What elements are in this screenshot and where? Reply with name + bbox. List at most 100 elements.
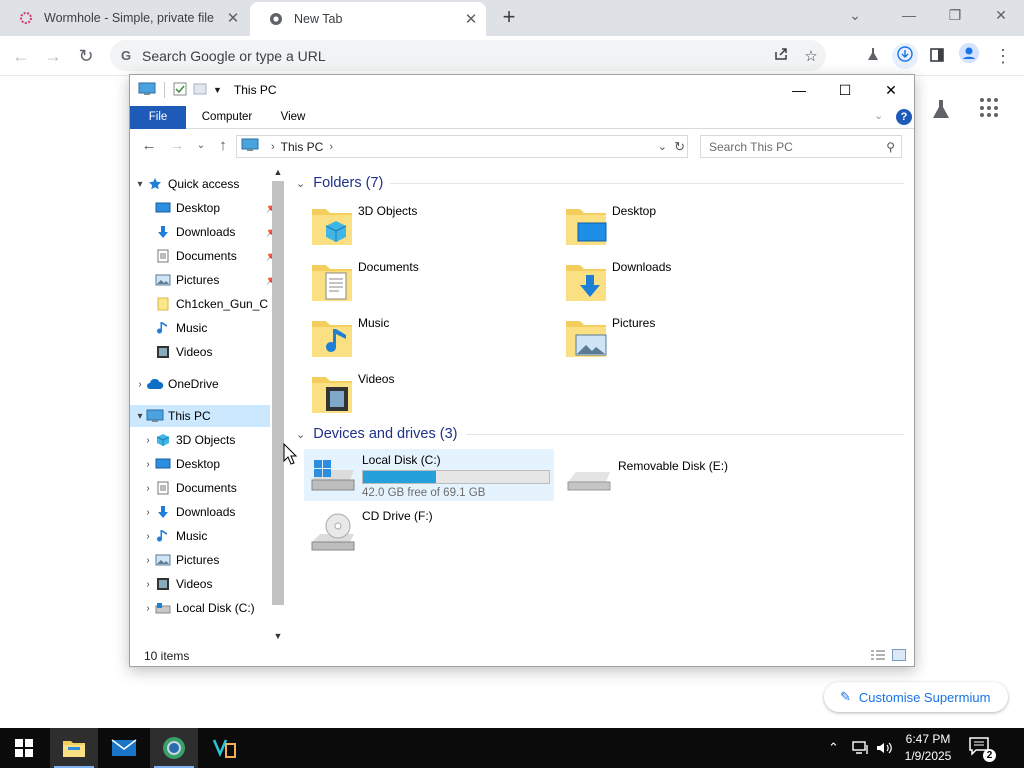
nav-quick-documents[interactable]: Documents 📌 [142,245,282,267]
profile-icon[interactable] [956,43,982,69]
tab-close-icon[interactable]: ✕ [456,10,486,28]
nav-this-pc[interactable]: ▾ This PC [130,405,270,427]
nav-pc-music[interactable]: › Music [142,525,282,547]
address-dropdown-icon[interactable]: ⌄ [658,140,667,153]
nav-quick-pictures[interactable]: Pictures 📌 [142,269,282,291]
nav-onedrive[interactable]: › OneDrive [134,373,274,395]
nav-quick-downloads[interactable]: Downloads 📌 [142,221,282,243]
share-icon[interactable] [766,46,796,65]
flask-icon[interactable] [860,43,886,69]
properties-icon[interactable] [173,82,187,99]
tab-close-icon[interactable]: ✕ [218,9,248,27]
back-icon[interactable]: ← [138,135,160,157]
nav-pc-downloads[interactable]: › Downloads [142,501,282,523]
expand-icon[interactable]: › [142,459,154,470]
customize-toolbar-icon[interactable]: ▼ [213,85,222,95]
back-icon[interactable]: ← [8,43,34,69]
nav-quick-music[interactable]: Music [142,317,282,339]
mail-icon[interactable] [100,728,148,768]
nav-pc-local-disk[interactable]: › Local Disk (C:) [142,597,282,619]
breadcrumb-this-pc[interactable]: This PC [281,140,324,154]
tab-wormhole[interactable]: Wormhole - Simple, private file ✕ [0,0,248,36]
menu-icon[interactable]: ⋮ [990,43,1016,69]
forward-icon[interactable]: → [40,43,66,69]
expand-icon[interactable]: › [142,483,154,494]
folder-videos[interactable]: Videos [302,369,552,421]
nav-quick-videos[interactable]: Videos [142,341,282,363]
expand-icon[interactable]: › [142,507,154,518]
file-explorer-icon[interactable] [50,728,98,768]
refresh-icon[interactable]: ↻ [674,139,685,155]
volume-icon[interactable] [876,728,894,768]
expand-icon[interactable]: › [142,579,154,590]
expand-icon[interactable]: › [134,379,146,390]
sidepanel-icon[interactable] [924,43,950,69]
breadcrumb-separator[interactable]: › [329,141,333,153]
collapse-icon[interactable]: ▾ [134,411,146,422]
expand-icon[interactable]: › [142,435,154,446]
show-hidden-icons[interactable]: ⌃ [828,728,839,768]
folder-3d-objects[interactable]: 3D Objects [302,201,552,253]
apps-grid-icon[interactable] [980,98,1000,118]
start-icon[interactable] [0,728,48,768]
nav-pc-desktop[interactable]: › Desktop [142,453,282,475]
drive-local-c[interactable]: Local Disk (C:) 42.0 GB free of 69.1 GB [304,449,554,501]
download-icon[interactable] [892,43,918,69]
tab-computer[interactable]: Computer [194,106,260,129]
drives-group-header[interactable]: ⌄ Devices and drives (3) [296,424,457,444]
tab-file[interactable]: File [130,106,186,129]
scroll-up-icon[interactable]: ▲ [270,167,286,181]
up-icon[interactable]: ↑ [212,135,234,157]
recent-locations-icon[interactable]: ⌄ [190,135,212,157]
large-icons-view-icon[interactable] [892,649,906,661]
star-icon[interactable]: ☆ [796,47,826,65]
maximize-button[interactable]: ☐ [822,75,868,105]
collapse-icon[interactable]: ▾ [134,179,146,190]
scrollbar-thumb[interactable] [272,181,284,605]
collapse-icon[interactable]: ⌄ [296,177,305,190]
visual-studio-icon[interactable] [200,728,248,768]
details-view-icon[interactable] [870,649,886,661]
new-tab-button[interactable]: + [496,4,522,30]
scroll-down-icon[interactable]: ▼ [270,631,286,645]
nav-pc-videos[interactable]: › Videos [142,573,282,595]
search-input[interactable]: Search This PC ⚲ [700,135,902,158]
minimize-button[interactable]: — [776,75,822,105]
expand-ribbon-icon[interactable]: ⌄ [874,109,883,122]
close-button[interactable]: ✕ [868,75,914,105]
help-icon[interactable]: ? [896,109,912,125]
close-button[interactable]: ✕ [978,0,1024,32]
nav-pc-documents[interactable]: › Documents [142,477,282,499]
nav-quick-chicken-folder[interactable]: Ch1cken_Gun_C [142,293,282,315]
restore-button[interactable]: ❐ [932,0,978,32]
nav-quick-desktop[interactable]: Desktop 📌 [142,197,282,219]
drive-cd-f[interactable]: CD Drive (F:) [304,507,554,559]
tab-new-tab[interactable]: New Tab ✕ [250,2,486,36]
nav-scrollbar[interactable]: ▲ ▼ [270,167,286,645]
drive-removable-e[interactable]: Removable Disk (E:) [560,449,810,501]
omnibox-placeholder[interactable]: Search Google or type a URL [142,48,766,64]
nav-pc-3d-objects[interactable]: › 3D Objects [142,429,282,451]
expand-icon[interactable]: › [142,603,154,614]
flask-icon[interactable] [930,98,952,120]
nav-quick-access[interactable]: ▾ Quick access [134,173,274,195]
folder-downloads[interactable]: Downloads [556,257,806,309]
browser-icon[interactable] [150,728,198,768]
folder-desktop[interactable]: Desktop [556,201,806,253]
tab-search-chevron-icon[interactable]: ⌄ [832,0,878,32]
clock[interactable]: 6:47 PM 1/9/2025 [896,731,960,765]
folder-documents[interactable]: Documents [302,257,552,309]
folders-group-header[interactable]: ⌄ Folders (7) [296,173,383,193]
expand-icon[interactable]: › [142,531,154,542]
expand-icon[interactable]: › [142,555,154,566]
network-icon[interactable] [852,728,870,768]
nav-pc-pictures[interactable]: › Pictures [142,549,282,571]
reload-icon[interactable]: ↻ [73,43,99,69]
tab-view[interactable]: View [270,106,316,129]
omnibox[interactable]: G Search Google or type a URL ☆ [110,40,826,71]
new-folder-icon[interactable] [193,82,207,99]
customise-button[interactable]: ✎ Customise Supermium [824,682,1008,712]
folder-music[interactable]: Music [302,313,552,365]
forward-icon[interactable]: → [166,135,188,157]
collapse-icon[interactable]: ⌄ [296,428,305,441]
